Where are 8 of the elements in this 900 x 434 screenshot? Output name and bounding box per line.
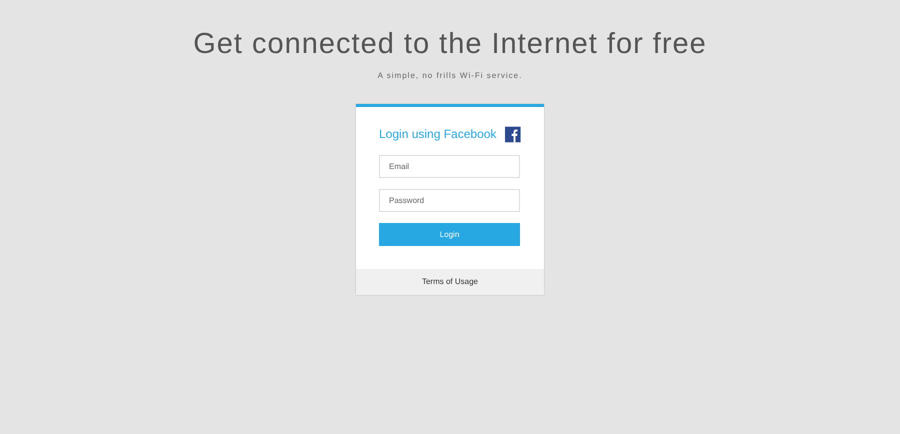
facebook-login-link[interactable]: Login using Facebook — [379, 125, 496, 143]
login-button[interactable]: Login — [379, 223, 520, 246]
facebook-logo-icon[interactable] — [505, 124, 521, 144]
password-field[interactable]: Password — [379, 189, 520, 212]
terms-link[interactable]: Terms of Usage — [422, 276, 478, 288]
page-subtitle: A simple, no frills Wi-Fi service. — [378, 71, 522, 81]
page-title: Get connected to the Internet for free — [193, 27, 707, 62]
email-field[interactable]: Email — [379, 155, 520, 178]
